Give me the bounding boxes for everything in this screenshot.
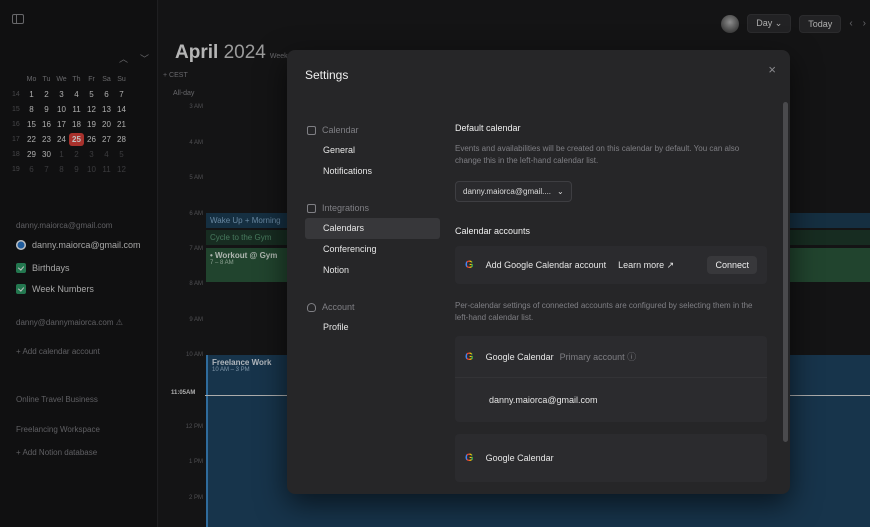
dialog-title: Settings — [305, 68, 349, 82]
per-calendar-desc: Per-calendar settings of connected accou… — [455, 301, 753, 322]
google-icon: G — [465, 259, 474, 271]
connect-button[interactable]: Connect — [707, 256, 757, 274]
add-account-card: G Add Google Calendar account Learn more… — [455, 246, 767, 284]
scrollbar[interactable] — [783, 102, 788, 442]
nav-section-account: Account — [305, 297, 440, 317]
default-calendar-select[interactable]: danny.maiorca@gmail.... ⌄ — [455, 181, 572, 202]
default-calendar-desc: Events and availabilities will be create… — [455, 144, 740, 165]
nav-conferencing[interactable]: Conferencing — [305, 239, 440, 260]
chevron-down-icon: ⌄ — [557, 187, 564, 196]
settings-nav: Calendar General Notifications Integrati… — [305, 120, 440, 338]
app-window: ︿ ﹀ Mo Tu We Th Fr Sa Su 14 1 2 3 4 5 6 7 15 8 9 10 11 12 13 1… — [0, 0, 870, 527]
google-account-card-2: G Google Calendar — [455, 434, 767, 482]
learn-more-link[interactable]: Learn more ↗ — [618, 260, 674, 271]
nav-section-integrations: Integrations — [305, 198, 440, 218]
google-icon: G — [465, 350, 474, 363]
google-icon: G — [465, 452, 474, 464]
account-email-row[interactable]: danny.maiorca@gmail.com — [455, 378, 767, 422]
nav-notion[interactable]: Notion — [305, 260, 440, 281]
integrations-icon — [307, 203, 316, 213]
nav-notifications[interactable]: Notifications — [305, 161, 440, 182]
primary-account-label: Primary account ⓘ — [559, 352, 637, 362]
calendar-icon — [307, 125, 316, 135]
settings-dialog: Settings × Calendar General Notification… — [287, 50, 790, 494]
nav-section-calendar: Calendar — [305, 120, 440, 140]
nav-calendars[interactable]: Calendars — [305, 218, 440, 239]
nav-general[interactable]: General — [305, 140, 440, 161]
default-calendar-heading: Default calendar — [455, 123, 521, 133]
google-account-card: G Google Calendar Primary account ⓘ dann… — [455, 336, 767, 422]
person-icon — [307, 302, 316, 312]
nav-profile[interactable]: Profile — [305, 317, 440, 338]
calendar-accounts-heading: Calendar accounts — [455, 226, 531, 236]
close-icon[interactable]: × — [768, 62, 776, 77]
settings-content: Default calendar Events and availabiliti… — [455, 120, 767, 482]
